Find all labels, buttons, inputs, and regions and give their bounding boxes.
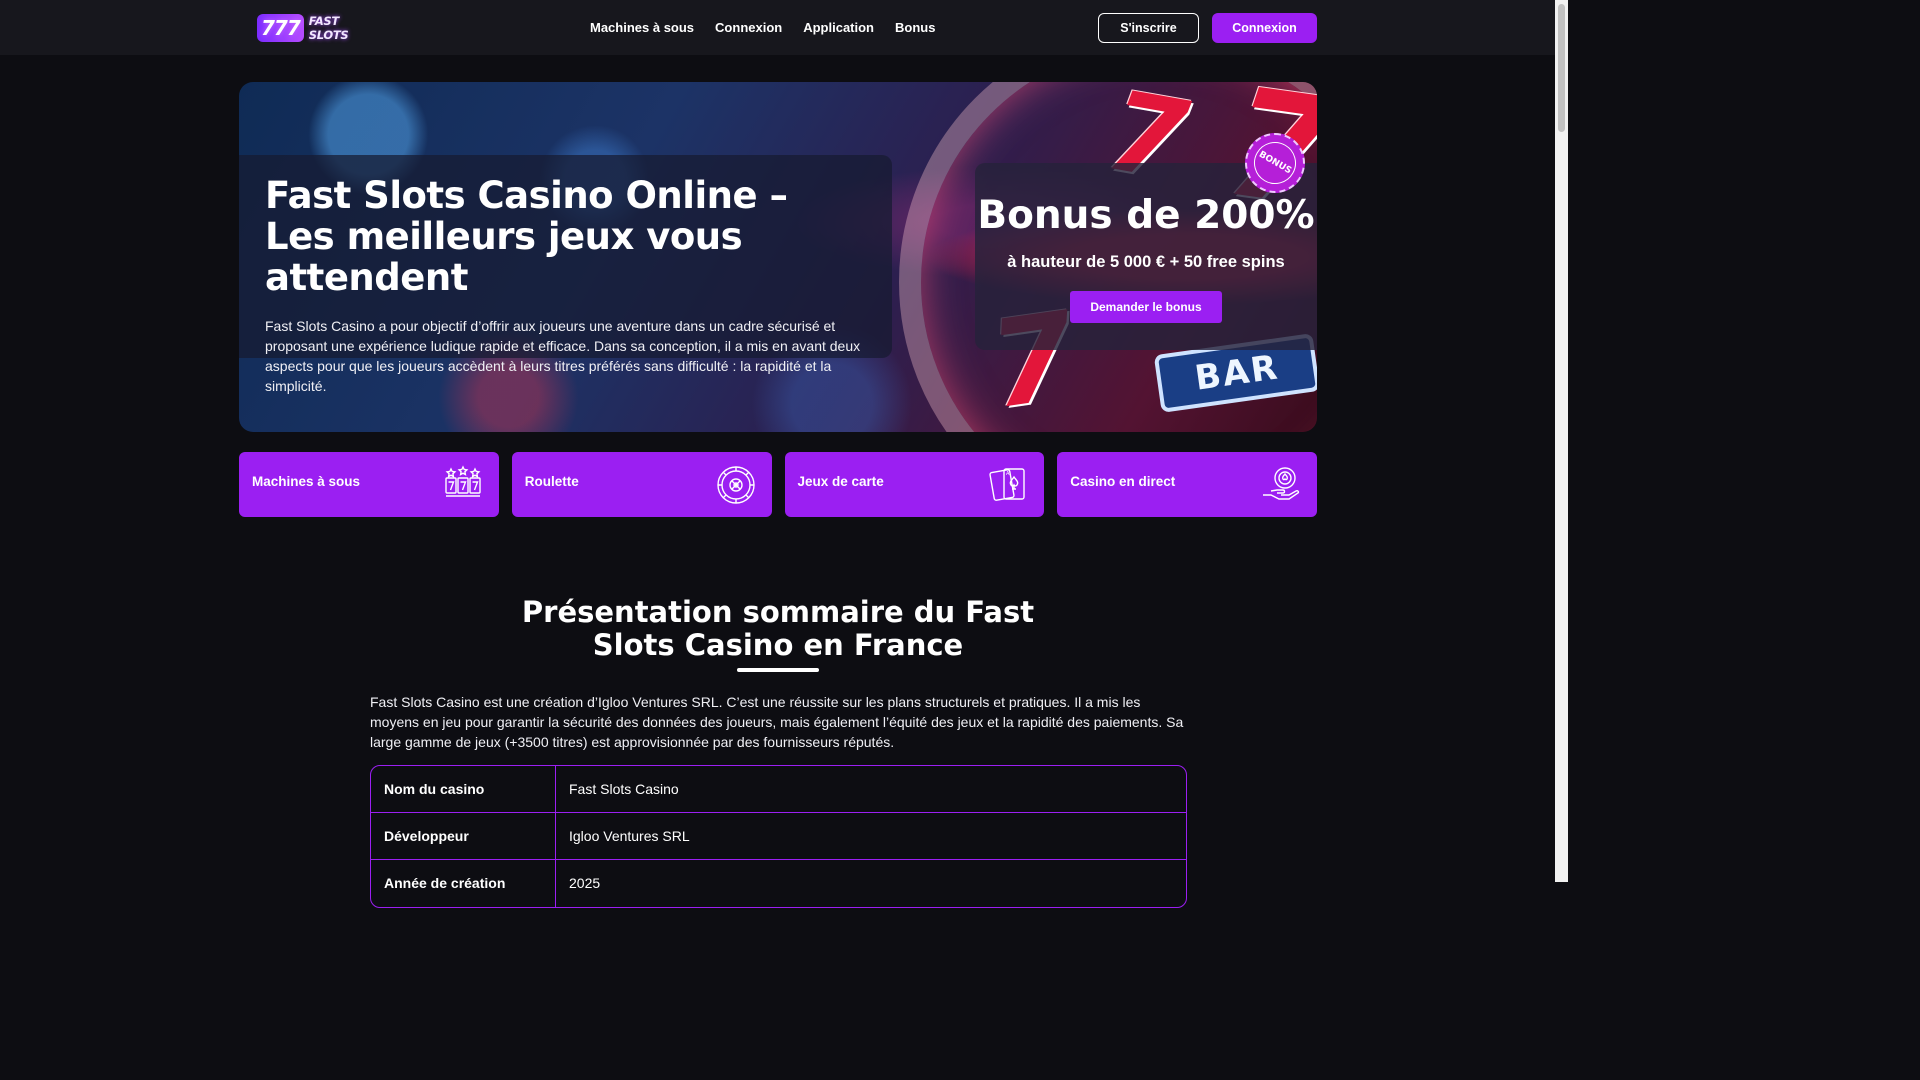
- casino-info-table: Nom du casino Fast Slots Casino Développ…: [370, 765, 1187, 908]
- signup-button[interactable]: S'inscrire: [1098, 13, 1199, 43]
- bonus-subtitle: à hauteur de 5 000 € + 50 free spins: [1007, 253, 1285, 271]
- nav-link-application[interactable]: Application: [803, 20, 874, 35]
- hero-text-panel: Fast Slots Casino Online – Les meilleurs…: [239, 155, 892, 394]
- game-categories: Machines à sous Roulette Jeux de carte A…: [239, 452, 1317, 517]
- page-scrollbar[interactable]: [1555, 0, 1568, 882]
- category-label: Roulette: [524, 474, 579, 489]
- live-casino-icon: [1263, 467, 1300, 500]
- table-value: Fast Slots Casino: [569, 781, 679, 797]
- table-key: Nom du casino: [371, 766, 556, 812]
- site-header: 777 FAST SLOTS Machines à sous Connexion…: [0, 0, 1555, 55]
- category-label: Machines à sous: [252, 474, 361, 489]
- table-value: 2025: [569, 875, 601, 891]
- table-key: Développeur: [371, 813, 556, 859]
- svg-text:A: A: [1006, 471, 1010, 477]
- hero-description: Fast Slots Casino a pour objectif d’offr…: [265, 318, 861, 394]
- nav-link-slots[interactable]: Machines à sous: [590, 20, 694, 35]
- category-label: Casino en direct: [1070, 474, 1176, 489]
- site-logo[interactable]: 777 FAST SLOTS: [257, 12, 369, 44]
- category-live-casino[interactable]: Casino en direct: [1057, 452, 1317, 517]
- bonus-panel: BONUS Bonus de 200% à hauteur de 5 000 €…: [975, 133, 1317, 350]
- hero-banner: 7 7 7 BAR Fast Slots Casino Online – Les…: [239, 82, 1317, 432]
- table-value: Igloo Ventures SRL: [569, 828, 690, 844]
- hero-title: Fast Slots Casino Online – Les meilleurs…: [265, 174, 788, 299]
- slot-machine-icon: [445, 465, 481, 497]
- bonus-badge-label: BONUS: [1246, 134, 1304, 192]
- logo-777-icon: 777: [257, 14, 304, 42]
- category-card-games[interactable]: Jeux de carte A: [784, 452, 1045, 517]
- section-title-underline: [737, 668, 819, 672]
- nav-link-bonus[interactable]: Bonus: [895, 20, 935, 35]
- claim-bonus-button[interactable]: Demander le bonus: [1070, 291, 1222, 323]
- bonus-title: Bonus de 200%: [977, 193, 1315, 238]
- category-slots[interactable]: Machines à sous: [239, 452, 499, 517]
- main-nav: Machines à sous Connexion Application Bo…: [590, 0, 956, 55]
- table-row: Développeur Igloo Ventures SRL: [371, 813, 1186, 860]
- table-row: Année de création 2025: [371, 860, 1186, 907]
- roulette-icon: [716, 466, 755, 504]
- table-row: Nom du casino Fast Slots Casino: [371, 766, 1186, 813]
- section-title: Présentation sommaire du Fast Slots Casi…: [521, 595, 1035, 662]
- login-button[interactable]: Connexion: [1212, 13, 1317, 43]
- logo-text: FAST SLOTS: [308, 14, 349, 42]
- section-body: Fast Slots Casino est une création d’Igl…: [370, 694, 1184, 750]
- category-roulette[interactable]: Roulette: [511, 452, 772, 517]
- scrollbar-thumb[interactable]: [1558, 4, 1565, 132]
- nav-link-connexion[interactable]: Connexion: [715, 20, 782, 35]
- category-label: Jeux de carte: [797, 474, 884, 489]
- table-key: Année de création: [371, 860, 556, 907]
- cards-icon: A: [989, 468, 1025, 501]
- bonus-badge-icon: BONUS: [1245, 133, 1305, 193]
